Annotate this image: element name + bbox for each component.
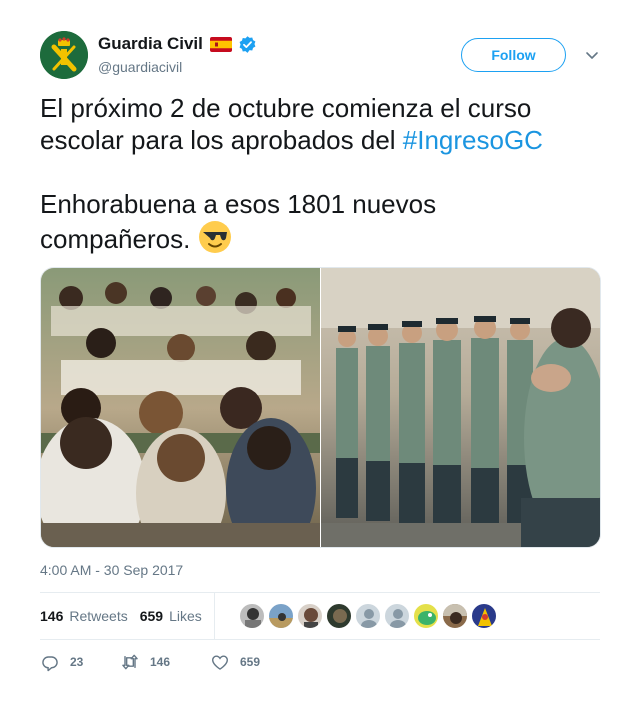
hashtag-link[interactable]: #IngresoGC xyxy=(403,125,543,155)
liker-avatar[interactable] xyxy=(470,603,497,629)
retweets-count: 146 xyxy=(40,608,64,624)
likes-count: 659 xyxy=(139,608,164,624)
tweet-timestamp[interactable]: 4:00 AM - 30 Sep 2017 xyxy=(40,562,183,578)
tweet-text: El próximo 2 de octubre comienza el curs… xyxy=(40,92,610,255)
likes-stat[interactable]: 659 Likes xyxy=(140,593,202,639)
retweets-stat[interactable]: 146 Retweets xyxy=(40,593,128,639)
tweet-media[interactable] xyxy=(40,267,601,548)
follow-button[interactable]: Follow xyxy=(461,38,566,72)
liker-avatars xyxy=(238,593,500,639)
liker-avatar[interactable] xyxy=(441,603,468,629)
chevron-down-icon[interactable] xyxy=(584,47,600,63)
tweet-text-line-4-text: compañeros. xyxy=(40,224,191,254)
display-name[interactable]: Guardia Civil xyxy=(98,34,203,54)
heart-icon xyxy=(212,655,228,670)
guardia-civil-cadets-in-formation-photo[interactable] xyxy=(321,268,600,547)
liker-avatar[interactable] xyxy=(296,603,323,629)
stats-separator xyxy=(213,593,215,639)
reply-button[interactable]: 23 xyxy=(40,652,120,672)
liker-avatar[interactable] xyxy=(354,603,381,629)
retweets-label: Retweets xyxy=(69,608,128,624)
guardia-civil-emblem-icon xyxy=(40,31,88,79)
students-taking-exam-photo[interactable] xyxy=(41,268,320,547)
divider-bottom xyxy=(40,639,600,640)
sunglasses-emoji-icon xyxy=(198,220,232,254)
spain-flag-icon xyxy=(209,36,232,52)
liker-avatar[interactable] xyxy=(325,603,352,629)
liker-avatar[interactable] xyxy=(412,603,439,629)
tweet-actions: 23 146 659 xyxy=(40,648,290,676)
tweet-text-line-2-prefix: escolar para los aprobados del xyxy=(40,125,403,155)
retweet-count: 146 xyxy=(150,655,171,669)
tweet-text-line-2: escolar para los aprobados del #IngresoG… xyxy=(40,124,610,156)
account-name-row[interactable]: Guardia Civil xyxy=(98,33,257,55)
like-count: 659 xyxy=(240,655,261,669)
tweet-text-line-3: Enhorabuena a esos 1801 nuevos xyxy=(40,189,437,219)
like-button[interactable]: 659 xyxy=(210,652,290,672)
liker-avatar[interactable] xyxy=(267,603,294,629)
likes-label: Likes xyxy=(169,608,202,624)
verified-badge-icon xyxy=(238,35,257,54)
tweet-text-line-1: El próximo 2 de octubre comienza el curs… xyxy=(40,93,532,123)
retweet-button[interactable]: 146 xyxy=(120,652,210,672)
retweet-icon xyxy=(122,654,138,670)
account-avatar[interactable] xyxy=(40,31,88,79)
liker-avatar[interactable] xyxy=(238,603,265,629)
tweet-text-line-4: compañeros. xyxy=(40,220,610,255)
reply-icon xyxy=(42,656,58,672)
reply-count: 23 xyxy=(70,655,84,669)
liker-avatar[interactable] xyxy=(383,603,410,629)
tweet-card: Guardia Civil @guardiacivil Follow El pr… xyxy=(0,0,640,701)
account-handle[interactable]: @guardiacivil xyxy=(98,59,182,75)
tweet-stats: 146 Retweets 659 Likes xyxy=(40,593,600,639)
